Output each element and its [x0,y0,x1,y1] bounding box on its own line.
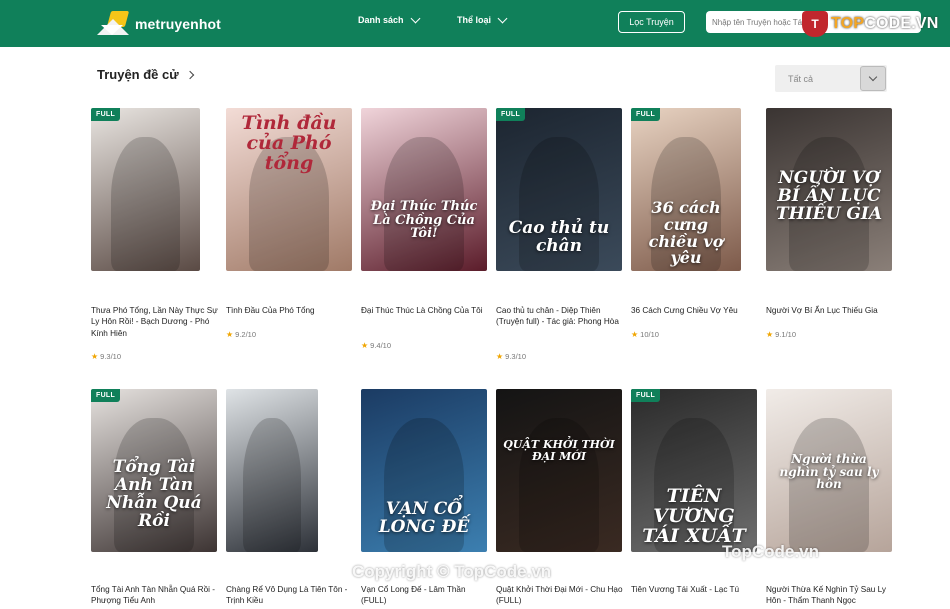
book-rating: ★ 9.3/10 [496,352,526,361]
full-badge: FULL [631,389,661,402]
watermark-text-a: TOP [831,15,865,32]
book-rating: ★ 9.2/10 [226,330,256,339]
cover-title-text: Tổng Tài Anh Tàn Nhẫn Quá Rồi [106,457,202,531]
rating-value: 10/10 [640,330,659,339]
cover-title-text: 36 cách cưng chiều vợ yêu [648,198,724,268]
book-rating: ★ 9.1/10 [766,330,796,339]
cover-title-text: Đại Thúc Thúc Là Chồng Của Tôi! [370,199,478,242]
cover-figure [110,137,181,271]
book-title[interactable]: Vạn Cổ Long Đế - Lâm Thần (FULL) [361,584,489,607]
book-title[interactable]: Tổng Tài Anh Tàn Nhẫn Quá Rồi - Phượng T… [91,584,219,607]
book-title[interactable]: Chàng Rể Vô Dụng Là Tiên Tôn - Trịnh Kiề… [226,584,354,607]
book-cover-image[interactable]: Tình đầu của Phó tổng [226,108,352,271]
book-cover-image[interactable]: 36 cách cưng chiều vợ yêu FULL [631,108,741,271]
chevron-down-icon [497,13,508,23]
cover-title-text: Cao thủ tu chân [508,218,610,256]
book-cover-image[interactable]: Cao thủ tu chân FULL [496,108,622,271]
nav-danh-sach[interactable]: Danh sách [358,13,420,25]
book-title[interactable]: Quật Khởi Thời Đại Mới - Chu Hạo (FULL) [496,584,624,607]
book-cover-image[interactable]: Tổng Tài Anh Tàn Nhẫn Quá Rồi FULL [91,389,217,552]
watermark-text-b: CODE.VN [864,15,939,32]
watermark-copyright: Copyright © TopCode.vn [352,562,552,581]
chevron-right-icon [185,70,194,79]
book-cover-image[interactable]: VẠN CỔ LONG ĐẾ [361,389,487,552]
book-cover-image[interactable]: TIÊN VƯƠNG TÁI XUẤT FULL [631,389,757,552]
select-caret-icon [860,66,886,91]
top-navbar: metruyenhot Danh sách Thể loại Lọc Truyệ… [0,0,950,47]
cover-title-text: Tình đầu của Phó tổng [241,112,337,174]
star-icon: ★ [496,352,504,361]
book-cover-image[interactable]: Người thừa nghìn tỷ sau ly hôn [766,389,892,552]
book-cover-image[interactable]: Đại Thúc Thúc Là Chồng Của Tôi! [361,108,487,271]
topcode-shield-icon: T [802,11,828,37]
star-icon: ★ [91,352,99,361]
site-logo[interactable]: metruyenhot [97,11,221,37]
full-badge: FULL [631,108,661,121]
rating-value: 9.3/10 [505,352,527,361]
star-icon: ★ [361,341,369,350]
book-card[interactable]: TIÊN VƯƠNG TÁI XUẤT FULL Tiên Vương Tái Xu… [631,389,757,609]
nav-the-loai-label: Thể loại [457,15,492,25]
watermark-mid: TopCode.vn [722,542,819,561]
topcode-watermark: T TOPCODE.VN [802,11,939,37]
book-card[interactable]: Đại Thúc Thúc Là Chồng Của Tôi! Đại Thúc … [361,108,489,350]
rating-value: 9.2/10 [235,330,257,339]
category-select[interactable]: Tất cả [775,65,887,92]
cover-figure [242,418,302,552]
cover-title-text: VẠN CỔ LONG ĐẾ [378,499,470,537]
book-card[interactable]: Tổng Tài Anh Tàn Nhẫn Quá Rồi FULL Tổng Tà… [91,389,217,609]
section-title-link[interactable]: Truyện đề cử [97,67,194,82]
star-icon: ★ [766,330,774,339]
book-rating: ★ 9.4/10 [361,341,391,350]
book-title[interactable]: Cao thủ tu chân - Diệp Thiên (Truyện ful… [496,305,624,328]
book-title[interactable]: Người Thừa Kế Nghìn Tỷ Sau Ly Hôn - Thẩm… [766,584,894,607]
cover-title-text: QUẬT KHỞI THỜI ĐẠI MỚI [503,438,615,463]
book-rating: ★ 10/10 [631,330,659,339]
rating-value: 9.4/10 [370,341,392,350]
book-title[interactable]: Tiên Vương Tái Xuất - Lạc Tú [631,584,759,595]
rating-value: 9.3/10 [100,352,122,361]
book-title[interactable]: Tình Đầu Của Phó Tổng [226,305,354,316]
nav-the-loai[interactable]: Thể loại [457,13,508,25]
book-card[interactable]: NGƯỜI VỢ BÍ ẨN LỤC THIẾU GIA Người Vợ Bí … [766,108,894,339]
section-title: Truyện đề cử [97,67,179,82]
cover-title-text: TIÊN VƯƠNG TÁI XUẤT [642,485,746,547]
rating-value: 9.1/10 [775,330,797,339]
book-rating: ★ 9.3/10 [91,352,121,361]
full-badge: FULL [496,108,526,121]
book-card[interactable]: Chàng Rể Vô Dụng Là Tiên Tôn - Trịnh Kiề… [226,389,352,609]
star-icon: ★ [226,330,234,339]
book-card[interactable]: Người thừa nghìn tỷ sau ly hôn Người Thừa… [766,389,892,609]
full-badge: FULL [91,108,121,121]
logo-text: metruyenhot [135,16,221,32]
book-cover-image[interactable]: NGƯỜI VỢ BÍ ẨN LỤC THIẾU GIA [766,108,892,271]
book-title[interactable]: Người Vợ Bí Ẩn Lục Thiếu Gia [766,305,894,316]
logo-mark-icon [97,11,130,37]
cover-title-text: Người thừa nghìn tỷ sau ly hôn [779,452,879,492]
book-card[interactable]: 36 cách cưng chiều vợ yêu FULL 36 Cách Cưn… [631,108,759,339]
book-cover-image[interactable]: FULL [91,108,200,271]
book-cover-image[interactable]: QUẬT KHỞI THỜI ĐẠI MỚI [496,389,622,552]
star-icon: ★ [631,330,639,339]
book-title[interactable]: Thưa Phó Tổng, Lần Này Thực Sự Ly Hôn Rồ… [91,305,219,339]
category-select-value: Tất cả [788,73,814,84]
book-title[interactable]: Đại Thúc Thúc Là Chồng Của Tôi [361,305,489,316]
book-card[interactable]: Tình đầu của Phó tổng Tình Đầu Của Phó Tổ… [226,108,354,339]
book-cover-image[interactable] [226,389,318,552]
book-card[interactable]: Cao thủ tu chân FULL Cao thủ tu chân - Diệ… [496,108,624,361]
filter-stories-button[interactable]: Lọc Truyện [618,11,685,33]
full-badge: FULL [91,389,121,402]
book-title[interactable]: 36 Cách Cưng Chiều Vợ Yêu [631,305,759,316]
book-card[interactable]: FULL Thưa Phó Tổng, Lần Này Thực Sự Ly Hô… [91,108,218,361]
chevron-down-icon [410,13,420,23]
cover-title-text: NGƯỜI VỢ BÍ ẨN LỤC THIẾU GIA [775,168,883,224]
nav-danh-sach-label: Danh sách [358,15,404,25]
